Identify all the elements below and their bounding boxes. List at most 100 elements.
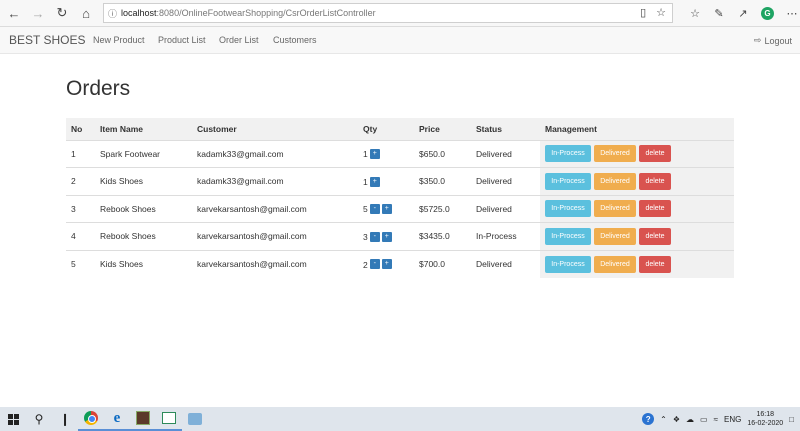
cloud-icon[interactable]: ☁ (686, 415, 694, 424)
delete-button[interactable]: delete (639, 255, 671, 273)
taskbar-chrome[interactable] (78, 407, 104, 431)
in-process-button[interactable]: In-Process (545, 145, 591, 163)
address-bar[interactable]: ⓘ localhost:8080/OnlineFootwearShopping/… (103, 3, 673, 23)
reading-view-icon[interactable]: ▯ (640, 6, 646, 19)
clock-date: 16-02-2020 (747, 420, 784, 427)
system-tray: ? ⌃ ❖ ☁ ▭ ≈ ENG 16:18 16-02-2020 □ (642, 407, 800, 431)
logout-icon: ⇨ (753, 35, 762, 45)
browser-toolbar: ← → ↻ ⌂ ⓘ localhost:8080/OnlineFootwearS… (0, 0, 800, 27)
in-process-button[interactable]: In-Process (545, 227, 591, 245)
delete-button[interactable]: delete (639, 172, 671, 190)
header-no: No (66, 118, 95, 141)
delete-button[interactable]: delete (639, 227, 671, 245)
taskbar-app[interactable] (130, 407, 156, 431)
app-navbar: BEST SHOES New Product Product List Orde… (0, 27, 800, 54)
help-icon[interactable]: ? (642, 413, 655, 425)
cell-management: In-Process Delivered delete (540, 140, 734, 168)
search-icon[interactable]: ⚲ (26, 407, 52, 431)
info-icon[interactable]: ⓘ (108, 7, 117, 20)
start-button[interactable] (0, 407, 26, 431)
cell-status: Delivered (471, 195, 540, 223)
battery-icon[interactable]: ▭ (700, 415, 708, 424)
home-icon[interactable]: ⌂ (74, 1, 98, 25)
qty-value: 3 (363, 231, 368, 242)
nav-order-list[interactable]: Order List (219, 35, 259, 45)
cell-price: $3435.0 (414, 222, 471, 251)
cell-item-name: Spark Footwear (95, 140, 192, 168)
table-row: 2 Kids Shoes kadamk33@gmail.com 1 + $350.0 Del… (66, 167, 734, 196)
windows-taskbar: ⚲ ❙ e ? ⌃ ❖ ☁ ▭ ≈ ENG 16:18 16-02-2020 □ (0, 407, 800, 431)
qty-plus-button[interactable]: + (369, 149, 380, 160)
dropbox-icon[interactable]: ❖ (673, 415, 680, 424)
language-indicator[interactable]: ENG (724, 415, 741, 424)
favorites-icon[interactable]: ☆ (686, 3, 704, 23)
page-title: Orders (66, 77, 131, 100)
clock-time: 16:18 (756, 411, 775, 418)
task-view-icon[interactable]: ❙ (52, 407, 78, 431)
nav-new-product[interactable]: New Product (93, 35, 145, 45)
cell-price: $5725.0 (414, 195, 471, 223)
favorite-star-icon[interactable]: ☆ (656, 6, 666, 19)
qty-minus-button[interactable]: - (369, 259, 380, 270)
delivered-button[interactable]: Delivered (594, 227, 636, 245)
delivered-button[interactable]: Delivered (594, 200, 636, 218)
grammarly-extension-icon[interactable]: G (761, 6, 774, 20)
cell-customer: karvekarsantosh@gmail.com (192, 195, 358, 223)
orders-table: No Item Name Customer Qty Price Status M… (66, 118, 734, 278)
qty-value: 1 (363, 176, 368, 187)
in-process-button[interactable]: In-Process (545, 172, 591, 190)
qty-plus-button[interactable]: + (381, 231, 392, 242)
qty-value: 2 (363, 259, 368, 270)
cell-customer: kadamk33@gmail.com (192, 167, 358, 196)
brand-link[interactable]: BEST SHOES (9, 33, 85, 47)
cell-management: In-Process Delivered delete (540, 195, 734, 223)
pen-icon[interactable]: ✎ (710, 3, 728, 23)
delivered-button[interactable]: Delivered (594, 255, 636, 273)
in-process-button[interactable]: In-Process (545, 255, 591, 273)
more-menu-icon[interactable]: ⋯ (783, 3, 800, 23)
qty-plus-button[interactable]: + (381, 259, 392, 270)
cell-qty: 5- + (358, 195, 414, 223)
cell-no: 4 (66, 222, 95, 251)
cell-status: Delivered (471, 140, 540, 168)
cell-status: In-Process (471, 222, 540, 251)
cell-item-name: Rebook Shoes (95, 222, 192, 251)
nav-product-list[interactable]: Product List (158, 35, 206, 45)
table-row: 3 Rebook Shoes karvekarsantosh@gmail.com 5-… (66, 195, 734, 223)
chevron-up-icon[interactable]: ⌃ (660, 415, 667, 424)
qty-plus-button[interactable]: + (369, 176, 380, 187)
cell-qty: 1 + (358, 140, 414, 168)
taskbar-downloads[interactable] (182, 407, 208, 431)
wifi-icon[interactable]: ≈ (714, 415, 718, 424)
url-host: localhost (121, 8, 157, 18)
forward-arrow-icon[interactable]: → (26, 1, 50, 25)
delete-button[interactable]: delete (639, 145, 671, 163)
refresh-icon[interactable]: ↻ (50, 1, 74, 25)
qty-minus-button[interactable]: - (369, 204, 380, 215)
cell-customer: karvekarsantosh@gmail.com (197, 259, 307, 269)
qty-minus-button[interactable]: - (369, 231, 380, 242)
delivered-button[interactable]: Delivered (594, 145, 636, 163)
logout-label: Logout (764, 35, 792, 46)
header-qty: Qty (358, 118, 414, 141)
qty-value: 1 (363, 149, 368, 160)
edge-icon: e (113, 409, 121, 426)
chrome-icon (84, 411, 98, 425)
cell-management: In-Process Delivered delete (540, 250, 734, 278)
notifications-icon[interactable]: □ (789, 415, 794, 424)
cell-customer: kadamk33@gmail.com (192, 140, 358, 168)
cell-management: In-Process Delivered delete (540, 222, 734, 251)
taskbar-notepad[interactable] (156, 407, 182, 431)
clock[interactable]: 16:18 16-02-2020 (747, 410, 783, 428)
in-process-button[interactable]: In-Process (545, 200, 591, 218)
share-icon[interactable]: ↗ (734, 3, 752, 23)
nav-customers[interactable]: Customers (273, 35, 317, 45)
table-header-row: No Item Name Customer Qty Price Status M… (66, 118, 734, 141)
delete-button[interactable]: delete (639, 200, 671, 218)
delivered-button[interactable]: Delivered (594, 172, 636, 190)
logout-link[interactable]: ⇨ Logout (754, 35, 792, 46)
back-arrow-icon[interactable]: ← (2, 1, 26, 25)
qty-plus-button[interactable]: + (381, 204, 392, 215)
cell-no: 5 (71, 259, 76, 269)
taskbar-edge[interactable]: e (104, 407, 130, 431)
